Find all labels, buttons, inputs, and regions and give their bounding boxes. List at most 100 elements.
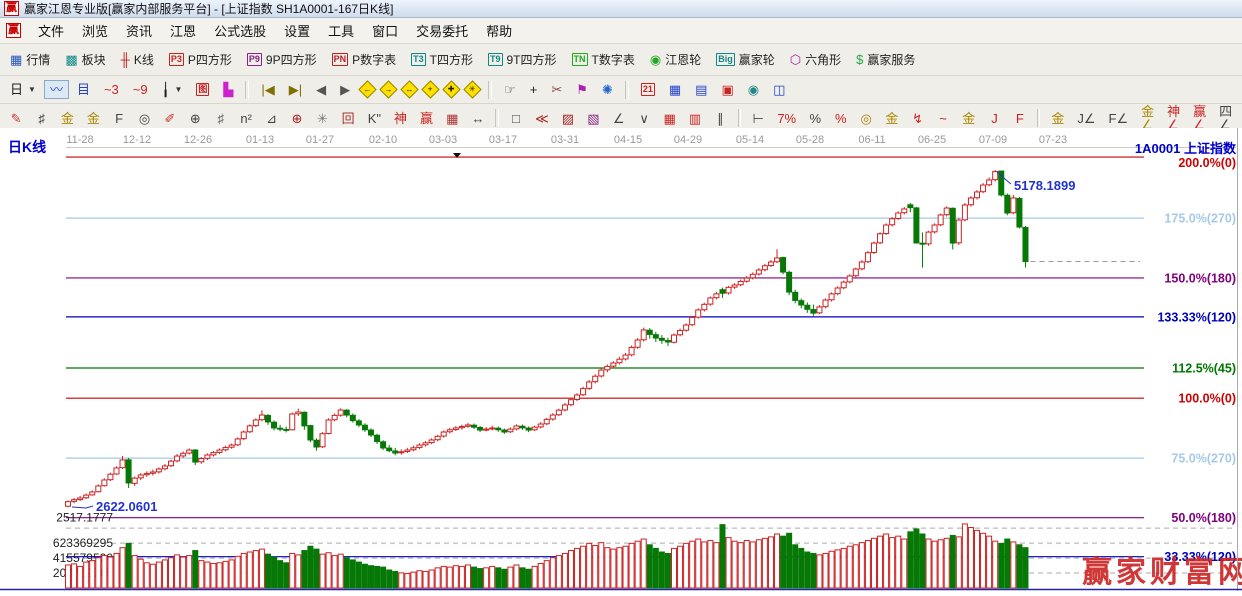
winner-service-button[interactable]: $赢家服务 bbox=[850, 48, 921, 71]
candle-body bbox=[156, 469, 161, 472]
candle-body bbox=[829, 294, 834, 300]
kline-button[interactable]: ╫K线 bbox=[115, 48, 160, 71]
gann-level-label: 75.0%(270) bbox=[1171, 452, 1236, 466]
volume-bar bbox=[496, 568, 501, 588]
t-number-table-button[interactable]: TNT数字表 bbox=[566, 48, 641, 71]
candle-body bbox=[484, 429, 489, 430]
candle-body bbox=[768, 262, 773, 266]
menu-item-5[interactable]: 设置 bbox=[275, 19, 319, 42]
candle-body bbox=[193, 450, 198, 462]
title-bar: 赢 赢家江恩专业版[赢家内部服务平台] - [上证指数 SH1A0001-167… bbox=[0, 0, 1242, 18]
candle-body bbox=[550, 415, 555, 419]
zigzag-tool-button[interactable]: 〰 bbox=[44, 80, 69, 99]
candle-body bbox=[520, 426, 525, 428]
candle-body bbox=[272, 422, 277, 428]
chart-canvas[interactable]: 11-2812-1212-2601-1301-2702-1003-0303-17… bbox=[0, 128, 1242, 591]
gann-level-label: 175.0%(270) bbox=[1164, 212, 1236, 226]
t-square-button[interactable]: T3T四方形 bbox=[405, 48, 479, 71]
next-bar-button[interactable]: ▶ bbox=[334, 80, 356, 99]
candle-body bbox=[878, 234, 883, 243]
pan-hand-button[interactable]: ☞ bbox=[498, 80, 522, 99]
shift-left-button[interactable]: ← bbox=[358, 80, 376, 98]
menu-item-1[interactable]: 浏览 bbox=[73, 19, 117, 42]
candle-body bbox=[356, 421, 361, 425]
9t-square-button[interactable]: T99T四方形 bbox=[482, 48, 563, 71]
date-tick-label: 12-26 bbox=[184, 134, 212, 146]
candle-body bbox=[556, 410, 561, 415]
menu-item-8[interactable]: 交易委托 bbox=[407, 19, 477, 42]
notepad-button[interactable]: ▤ bbox=[689, 80, 713, 99]
hexagon-button[interactable]: ⬡六角形 bbox=[784, 48, 847, 71]
kline-chart[interactable]: 11-2812-1212-2601-1301-2702-1003-0303-17… bbox=[0, 128, 1242, 591]
zoom-all-button[interactable]: + bbox=[421, 80, 439, 98]
sectors-button[interactable]: ▩板块 bbox=[59, 48, 111, 71]
candle-body bbox=[920, 243, 925, 244]
wave9-button[interactable]: ~9 bbox=[127, 80, 154, 99]
date-tick-label: 05-14 bbox=[736, 134, 764, 146]
9p-square-button[interactable]: P99P四方形 bbox=[241, 48, 323, 71]
export-button[interactable]: ◉ bbox=[742, 80, 765, 99]
menu-item-3[interactable]: 江恩 bbox=[161, 19, 205, 42]
menu-item-4[interactable]: 公式选股 bbox=[205, 19, 275, 42]
candle-body bbox=[635, 340, 640, 347]
menu-item-6[interactable]: 工具 bbox=[319, 19, 363, 42]
shift-right-button[interactable]: → bbox=[379, 80, 397, 98]
save-icon: ▣ bbox=[721, 83, 733, 96]
spiral-tool-icon: ✺ bbox=[602, 83, 613, 96]
volume-series bbox=[66, 524, 1028, 588]
spiral-tool-button[interactable]: ✺ bbox=[596, 80, 619, 99]
volume-bar bbox=[265, 554, 270, 588]
candle-body bbox=[678, 330, 683, 334]
winner-wheel-button[interactable]: Big赢家轮 bbox=[710, 48, 781, 71]
pattern-tool-button[interactable]: 图 bbox=[190, 80, 215, 99]
wave3-button[interactable]: ~3 bbox=[98, 80, 125, 99]
candle-body bbox=[684, 325, 689, 330]
menu-bar: 赢 文件浏览资讯江恩公式选股设置工具窗口交易委托帮助 bbox=[0, 18, 1242, 44]
quotes-button[interactable]: ▦行情 bbox=[4, 48, 56, 71]
volume-bar bbox=[181, 557, 186, 588]
crosshair-button[interactable]: + bbox=[524, 80, 544, 99]
menu-item-7[interactable]: 窗口 bbox=[363, 19, 407, 42]
candle-body bbox=[993, 172, 998, 180]
expand-button[interactable]: ✚ bbox=[442, 80, 460, 98]
compress-button[interactable]: ✳ bbox=[463, 80, 481, 98]
gann-level-label: 200.0%(0) bbox=[1178, 156, 1236, 170]
last-bar-button[interactable]: ▶| bbox=[283, 80, 308, 99]
first-bar-button[interactable]: |◀ bbox=[255, 80, 280, 99]
save-button[interactable]: ▣ bbox=[715, 80, 739, 99]
prev-bar-button[interactable]: ◀ bbox=[310, 80, 332, 99]
notes-button[interactable]: 目 bbox=[71, 80, 96, 99]
calculator-button[interactable]: ▦ bbox=[663, 80, 687, 99]
zoom-h-button[interactable]: ↔ bbox=[400, 80, 418, 98]
box-spiral-icon: 回 bbox=[342, 112, 355, 125]
volume-bar bbox=[423, 571, 428, 588]
j-angle-icon: J bbox=[991, 112, 998, 125]
grid-ruler-icon: ♯ bbox=[38, 112, 45, 125]
p-square-button[interactable]: P3P四方形 bbox=[163, 48, 238, 71]
volume-bar bbox=[732, 541, 737, 588]
histogram-tool-button[interactable]: ▙ bbox=[217, 80, 239, 99]
gann-wheel-button[interactable]: ◉江恩轮 bbox=[644, 48, 707, 71]
date-tick-label: 05-28 bbox=[796, 134, 824, 146]
volume-bar bbox=[987, 536, 992, 588]
measure-tool-button[interactable]: ✂ bbox=[545, 80, 568, 99]
workstation-button[interactable]: ◫ bbox=[767, 80, 791, 99]
candle-body bbox=[575, 395, 580, 399]
candle-body bbox=[199, 459, 204, 462]
gold-circle-icon: ◎ bbox=[860, 112, 871, 125]
flag-tool-button[interactable]: ⚑ bbox=[570, 80, 594, 99]
volume-bar bbox=[672, 548, 677, 588]
menu-item-9[interactable]: 帮助 bbox=[477, 19, 521, 42]
navigation-toolbar: 日▼〰目~3~9╽▼图▙|◀▶|◀▶←→↔+✚✳☞+✂⚑✺21▦▤▣◉◫ bbox=[0, 76, 1242, 104]
candle-body bbox=[696, 310, 701, 317]
menu-item-0[interactable]: 文件 bbox=[29, 19, 73, 42]
candle-body bbox=[938, 215, 943, 225]
period-day-dropdown[interactable]: 日▼ bbox=[4, 80, 42, 99]
candle-body bbox=[811, 310, 816, 314]
p-number-table-button[interactable]: PNP数字表 bbox=[326, 48, 403, 71]
volume-bar bbox=[169, 558, 174, 588]
calendar-button[interactable]: 21 bbox=[635, 80, 661, 99]
candle-body bbox=[393, 451, 398, 453]
menu-item-2[interactable]: 资讯 bbox=[117, 19, 161, 42]
candle-style-dropdown[interactable]: ╽▼ bbox=[156, 80, 189, 99]
